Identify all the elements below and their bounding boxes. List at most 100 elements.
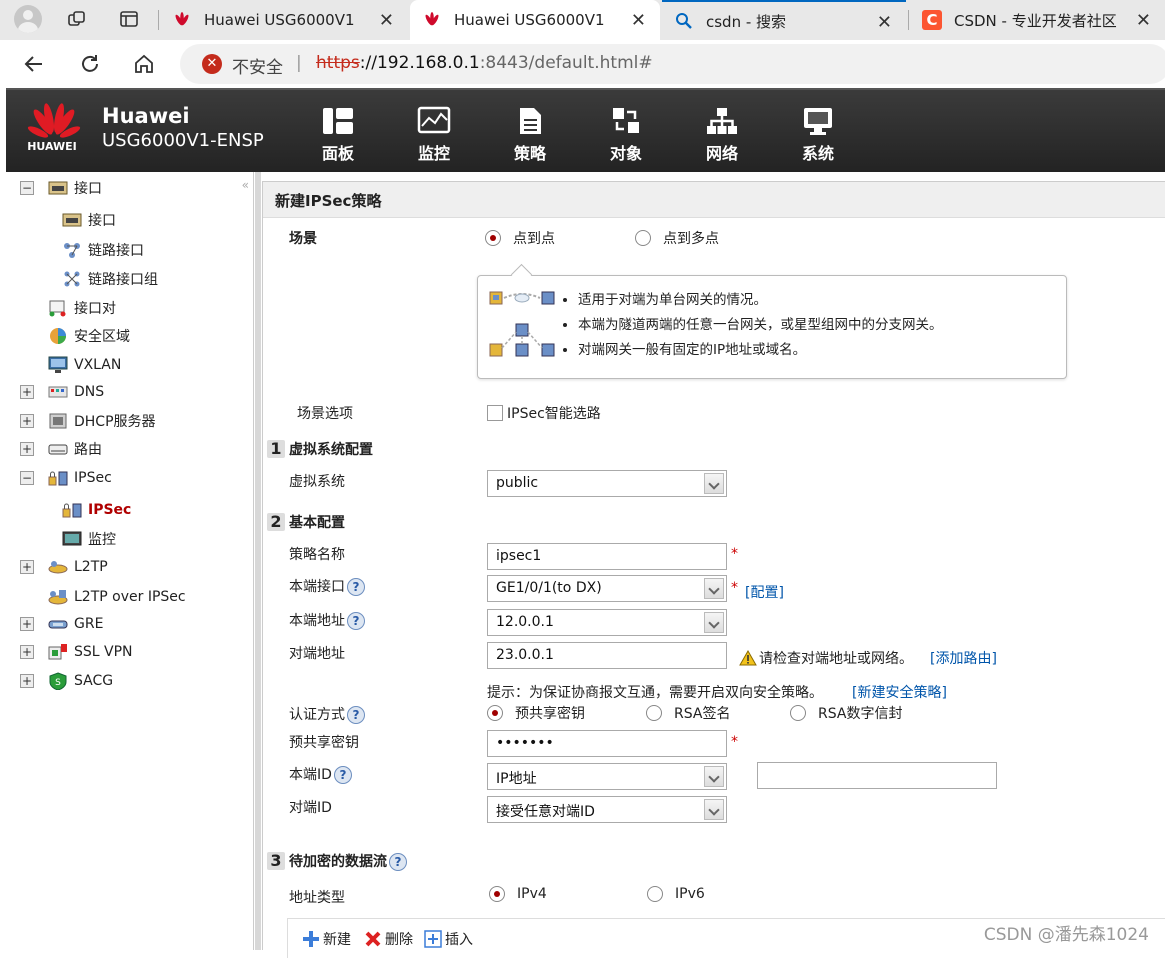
browser-tab-bar: Huawei USG6000V1 ✕ Huawei USG6000V1 ✕ cs… bbox=[0, 0, 1165, 40]
chevron-down-icon[interactable] bbox=[704, 578, 724, 599]
tree-leaf-interface[interactable]: 接口 bbox=[62, 208, 116, 232]
profile-avatar[interactable] bbox=[14, 5, 42, 33]
new-button[interactable]: 新建 bbox=[302, 929, 351, 949]
local-address-select[interactable]: 12.0.0.1 bbox=[487, 609, 727, 636]
tree-node-l2tp[interactable]: + L2TP bbox=[20, 555, 108, 579]
browser-tab[interactable]: csdn - 搜索 ✕ bbox=[662, 0, 906, 40]
tree-node-interface[interactable]: − 接口 bbox=[20, 176, 102, 200]
add-icon bbox=[303, 931, 319, 947]
close-tab-icon[interactable]: ✕ bbox=[631, 10, 646, 31]
help-icon[interactable]: ? bbox=[347, 706, 365, 724]
ipsec-smart-route-checkbox[interactable]: IPSec智能选路 bbox=[487, 403, 601, 423]
tree-node-ipsec[interactable]: − IPSec bbox=[20, 466, 112, 490]
collapse-sidebar-icon[interactable]: « bbox=[242, 178, 249, 192]
auth-rsa-signature-radio[interactable]: RSA签名 bbox=[646, 703, 730, 723]
tree-node-vxlan[interactable]: VXLAN bbox=[48, 353, 121, 377]
tree-node-interface-pair[interactable]: 接口对 bbox=[48, 296, 116, 320]
tree-leaf-link-interface[interactable]: 链路接口 bbox=[62, 238, 144, 262]
collapse-icon[interactable]: − bbox=[20, 181, 34, 195]
warning-icon bbox=[739, 650, 757, 666]
url-bar[interactable]: ✕ 不安全 | https://192.168.0.1:8443/default… bbox=[180, 44, 1165, 84]
menu-object[interactable]: 对象 bbox=[596, 106, 656, 164]
home-icon[interactable] bbox=[132, 52, 156, 76]
insert-button[interactable]: 插入 bbox=[424, 929, 473, 949]
expand-icon[interactable]: + bbox=[20, 674, 34, 688]
scene-tip-box: 适用于对端为单台网关的情况。 本端为隧道两端的任意一台网关，或星型组网中的分支网… bbox=[477, 275, 1067, 379]
expand-icon[interactable]: + bbox=[20, 442, 34, 456]
workspaces-icon[interactable] bbox=[66, 9, 88, 31]
local-id-value-input[interactable] bbox=[757, 762, 997, 789]
tree-leaf-link-interface-group[interactable]: 链路接口组 bbox=[62, 267, 158, 291]
chevron-down-icon[interactable] bbox=[704, 766, 724, 787]
chevron-down-icon[interactable] bbox=[704, 473, 724, 494]
expand-icon[interactable]: + bbox=[20, 385, 34, 399]
tab-actions-icon[interactable] bbox=[118, 9, 140, 31]
vxlan-icon bbox=[48, 356, 68, 373]
add-route-link[interactable]: [添加路由] bbox=[930, 648, 997, 668]
expand-icon[interactable]: + bbox=[20, 617, 34, 631]
tree-node-routing[interactable]: + 路由 bbox=[20, 437, 102, 461]
peer-id-select[interactable]: 接受任意对端ID bbox=[487, 796, 727, 823]
address-bar-row: ✕ 不安全 | https://192.168.0.1:8443/default… bbox=[0, 40, 1165, 88]
address-type-ipv4-radio[interactable]: IPv4 bbox=[489, 886, 547, 902]
panel-splitter[interactable] bbox=[255, 172, 261, 950]
not-secure-icon[interactable]: ✕ bbox=[202, 54, 222, 74]
local-interface-select[interactable]: GE1/0/1(to DX) bbox=[487, 575, 727, 602]
tree-node-l2tp-over-ipsec[interactable]: L2TP over IPSec bbox=[48, 585, 186, 609]
menu-dashboard[interactable]: 面板 bbox=[308, 106, 368, 164]
browser-tab[interactable]: C CSDN - 专业开发者社区 ✕ bbox=[910, 0, 1165, 40]
tree-node-ssl-vpn[interactable]: + SSL VPN bbox=[20, 640, 133, 664]
close-tab-icon[interactable]: ✕ bbox=[877, 12, 892, 33]
dashboard-icon bbox=[323, 108, 353, 134]
url-text[interactable]: https://192.168.0.1:8443/default.html# bbox=[316, 53, 653, 73]
delete-button[interactable]: 删除 bbox=[364, 929, 413, 949]
psk-input[interactable]: ••••••• bbox=[487, 730, 727, 757]
expand-icon[interactable]: + bbox=[20, 414, 34, 428]
chevron-down-icon[interactable] bbox=[704, 612, 724, 633]
tree-leaf-ipsec-monitor[interactable]: 监控 bbox=[62, 527, 116, 551]
tree-node-dns[interactable]: + DNS bbox=[20, 380, 104, 404]
local-id-select[interactable]: IP地址 bbox=[487, 763, 727, 790]
auth-rsa-envelope-radio[interactable]: RSA数字信封 bbox=[790, 703, 902, 723]
tree-leaf-ipsec-selected[interactable]: IPSec bbox=[62, 498, 131, 522]
address-type-ipv6-radio[interactable]: IPv6 bbox=[647, 886, 705, 902]
help-icon[interactable]: ? bbox=[347, 578, 365, 596]
help-icon[interactable]: ? bbox=[333, 766, 352, 784]
expand-icon[interactable]: + bbox=[20, 645, 34, 659]
peer-address-input[interactable]: 23.0.0.1 bbox=[487, 642, 727, 669]
scene-point-to-multipoint-radio[interactable]: 点到多点 bbox=[635, 228, 719, 248]
vsys-select[interactable]: public bbox=[487, 470, 727, 497]
scene-point-to-point-radio[interactable]: 点到点 bbox=[485, 228, 555, 248]
new-security-policy-link[interactable]: [新建安全策略] bbox=[852, 682, 947, 702]
menu-monitor[interactable]: 监控 bbox=[404, 106, 464, 164]
svg-text:S: S bbox=[55, 678, 61, 688]
peer-id-label: 对端ID bbox=[289, 800, 332, 816]
required-mark: * bbox=[731, 580, 738, 596]
menu-system[interactable]: 系统 bbox=[788, 106, 848, 164]
tree-node-gre[interactable]: + GRE bbox=[20, 612, 103, 636]
security-label[interactable]: 不安全 bbox=[232, 53, 283, 78]
help-icon[interactable]: ? bbox=[347, 612, 365, 630]
browser-tab-active[interactable]: Huawei USG6000V1 ✕ bbox=[410, 0, 660, 40]
tree-node-security-zone[interactable]: 安全区域 bbox=[48, 324, 130, 348]
menu-policy[interactable]: 策略 bbox=[500, 106, 560, 164]
csdn-favicon-icon: C bbox=[922, 10, 942, 30]
auth-psk-radio[interactable]: 预共享密钥 bbox=[487, 703, 585, 723]
huawei-favicon-icon bbox=[422, 10, 442, 30]
chevron-down-icon[interactable] bbox=[704, 799, 724, 820]
tree-node-dhcp-server[interactable]: + DHCP服务器 bbox=[20, 409, 156, 433]
tree-node-sacg[interactable]: + S SACG bbox=[20, 669, 113, 693]
browser-tab[interactable]: Huawei USG6000V1 ✕ bbox=[160, 0, 408, 40]
config-link[interactable]: [配置] bbox=[745, 582, 784, 602]
interface-icon bbox=[48, 181, 68, 195]
refresh-icon[interactable] bbox=[78, 52, 102, 76]
close-tab-icon[interactable]: ✕ bbox=[379, 10, 394, 31]
collapse-icon[interactable]: − bbox=[20, 471, 34, 485]
menu-network[interactable]: 网络 bbox=[692, 106, 752, 164]
help-icon[interactable]: ? bbox=[389, 853, 407, 871]
back-arrow-icon[interactable] bbox=[22, 52, 46, 76]
point-to-point-diagram-icon bbox=[489, 291, 555, 305]
close-tab-icon[interactable]: ✕ bbox=[1136, 10, 1151, 31]
policy-name-input[interactable]: ipsec1 bbox=[487, 543, 727, 570]
expand-icon[interactable]: + bbox=[20, 560, 34, 574]
